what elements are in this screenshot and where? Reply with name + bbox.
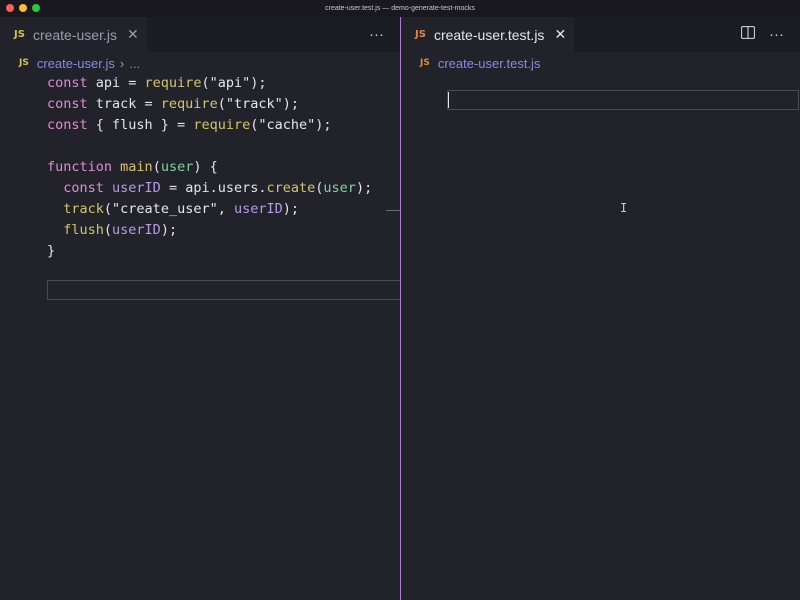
title-bar: create-user.test.js — demo-generate-test…	[0, 0, 800, 17]
code-line: const api = require("api");	[47, 75, 267, 91]
code-line: const track = require("track");	[47, 96, 300, 112]
code-editor[interactable]: const api = require("api"); const track …	[47, 73, 372, 262]
breadcrumb-file[interactable]: create-user.test.js	[438, 56, 541, 71]
code-line: }	[47, 243, 56, 259]
right-tab-bar: JS create-user.test.js ✕ ···	[401, 17, 800, 52]
close-window-button[interactable]	[6, 4, 14, 12]
code-line: const userID = api.users.create(user);	[63, 180, 373, 196]
more-actions-icon[interactable]: ···	[769, 26, 784, 43]
chevron-right-icon: ›	[119, 55, 125, 71]
close-tab-icon[interactable]: ✕	[127, 26, 139, 43]
js-file-icon: JS	[415, 29, 426, 40]
right-editor-pane: JS create-user.test.js ✕ ··· JS create-u…	[401, 17, 800, 600]
tab-label: create-user.test.js	[433, 26, 545, 43]
left-editor-pane: JS create-user.js ✕ ··· JS create-user.j…	[0, 17, 400, 600]
code-line: const { flush } = require("cache");	[47, 117, 332, 133]
more-actions-icon[interactable]: ···	[369, 26, 384, 43]
tab-create-user-js[interactable]: JS create-user.js ✕	[0, 17, 147, 52]
js-file-icon: JS	[14, 29, 25, 40]
tab-create-user-test-js[interactable]: JS create-user.test.js ✕	[401, 17, 575, 52]
left-tab-bar: JS create-user.js ✕ ···	[0, 17, 400, 52]
breadcrumb: JS create-user.test.js	[420, 53, 540, 73]
right-tab-actions: ···	[740, 17, 784, 52]
tab-label: create-user.js	[32, 26, 117, 43]
code-line: flush(userID);	[63, 222, 178, 238]
code-line: function main(user) {	[47, 159, 218, 175]
left-tab-actions: ···	[369, 17, 384, 52]
window-title: create-user.test.js — demo-generate-test…	[325, 5, 475, 12]
breadcrumb-file[interactable]: create-user.js	[37, 56, 115, 71]
js-file-icon: JS	[420, 58, 430, 68]
close-tab-icon[interactable]: ✕	[554, 26, 566, 43]
minimize-window-button[interactable]	[19, 4, 27, 12]
code-line: track("create_user", userID);	[63, 201, 300, 217]
scroll-indicator	[386, 210, 400, 211]
maximize-window-button[interactable]	[32, 4, 40, 12]
current-line-highlight	[47, 280, 400, 300]
split-editor-icon[interactable]	[740, 25, 756, 43]
breadcrumb: JS create-user.js › ...	[19, 53, 140, 73]
breadcrumb-more[interactable]: ...	[129, 56, 140, 71]
window-controls	[6, 4, 40, 12]
js-file-icon: JS	[19, 58, 29, 68]
code-editor[interactable]	[401, 73, 800, 600]
